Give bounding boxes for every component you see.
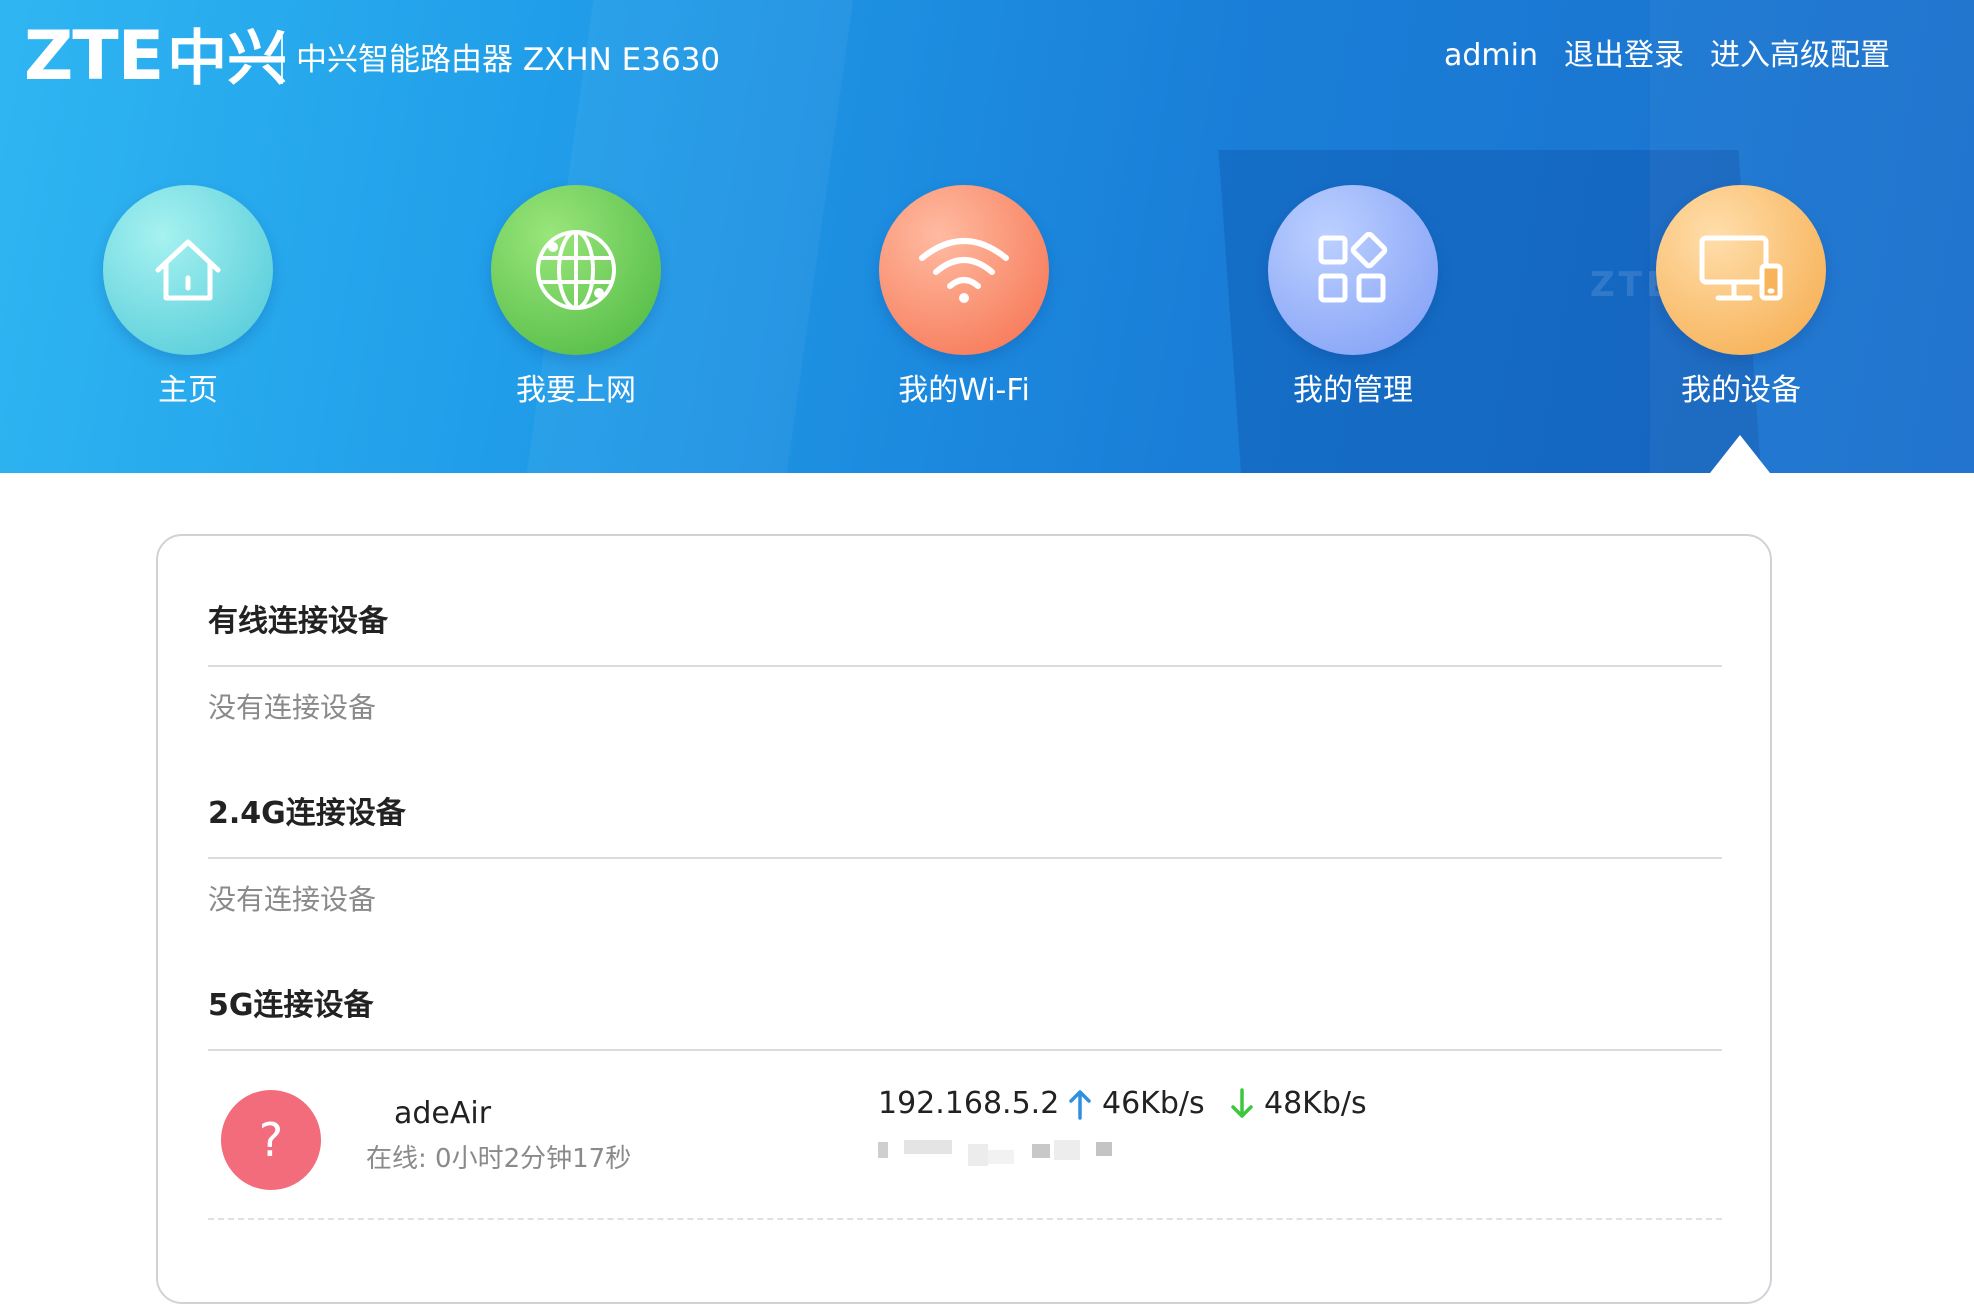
section-divider <box>208 857 1722 859</box>
device-mac-redacted <box>878 1134 1178 1170</box>
upload-arrow-icon <box>1069 1090 1091 1120</box>
zte-logo: ZTE 中兴 <box>24 17 288 96</box>
band24-section-title: 2.4G连接设备 <box>208 796 406 831</box>
nav-label-management: 我的管理 <box>1293 373 1413 408</box>
home-icon <box>103 185 273 355</box>
band24-empty-text: 没有连接设备 <box>208 883 377 916</box>
nav-label-devices: 我的设备 <box>1681 373 1801 408</box>
device-ip: 192.168.5.2 <box>878 1086 1060 1121</box>
apps-grid-icon <box>1268 185 1438 355</box>
wired-section-title: 有线连接设备 <box>208 604 388 639</box>
nav-item-internet[interactable]: 我要上网 <box>426 185 726 413</box>
advanced-config-link[interactable]: 进入高级配置 <box>1710 34 1890 78</box>
section-divider <box>208 665 1722 667</box>
section-divider <box>208 1049 1722 1051</box>
upload-speed: 46Kb/s <box>1068 1084 1205 1124</box>
device-name: adeAir <box>394 1096 492 1131</box>
nav-item-home[interactable]: 主页 <box>38 185 338 413</box>
top-banner: ZTE ZTE 中兴 中兴智能路由器 ZXHN E3630 admin 退出登录 … <box>0 0 1974 473</box>
nav-item-management[interactable]: 我的管理 <box>1203 185 1503 413</box>
download-arrow-icon <box>1231 1088 1253 1118</box>
device-online-time: 在线: 0小时2分钟17秒 <box>366 1144 632 1174</box>
upload-speed-value: 46Kb/s <box>1102 1086 1205 1121</box>
nav-item-devices[interactable]: 我的设备 <box>1591 185 1891 413</box>
question-icon: ? <box>221 1090 321 1190</box>
product-name: 中兴智能路由器 ZXHN E3630 <box>296 42 721 78</box>
devices-card: 有线连接设备 没有连接设备 2.4G连接设备 没有连接设备 5G连接设备 ? a… <box>156 534 1772 1304</box>
nav-label-wifi: 我的Wi-Fi <box>898 373 1030 408</box>
logout-link[interactable]: 退出登录 <box>1564 34 1684 78</box>
devices-icon <box>1656 185 1826 355</box>
nav-label-internet: 我要上网 <box>516 373 636 408</box>
avatar-symbol: ? <box>258 1113 284 1167</box>
nav-label-home: 主页 <box>158 373 218 408</box>
username-link[interactable]: admin <box>1444 34 1538 78</box>
nav-item-wifi[interactable]: 我的Wi-Fi <box>814 185 1114 413</box>
band5-section-title: 5G连接设备 <box>208 988 374 1023</box>
logo-divider <box>281 36 283 84</box>
wifi-icon <box>879 185 1049 355</box>
download-speed-value: 48Kb/s <box>1264 1086 1367 1121</box>
globe-icon <box>491 185 661 355</box>
top-links: admin 退出登录 进入高级配置 <box>1444 34 1890 78</box>
row-divider <box>208 1218 1722 1220</box>
wired-empty-text: 没有连接设备 <box>208 691 377 724</box>
active-nav-pointer <box>1710 435 1770 473</box>
download-speed: 48Kb/s <box>1230 1084 1367 1124</box>
